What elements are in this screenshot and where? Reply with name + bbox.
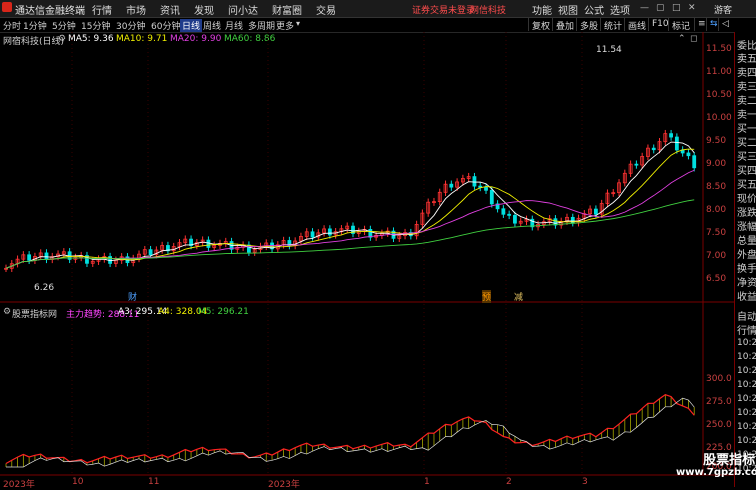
price-tick: 8.50 [706, 182, 727, 192]
x-tick: 11 [148, 477, 160, 487]
event-marker-jian[interactable]: 减 [514, 290, 523, 303]
candle-body [692, 155, 697, 169]
ind-tick: 300.0 [706, 374, 732, 384]
quote-row: 涨幅 [737, 222, 756, 233]
tick-time: 10:27 [737, 394, 756, 404]
quote-row: 买五 [737, 180, 756, 191]
tick-time: 10:27 [737, 380, 756, 390]
price-tick: 11.50 [706, 44, 732, 54]
watermark-title: 股票指标网 [703, 453, 756, 468]
tick-time: 10:27 [737, 352, 756, 362]
price-tick: 10.50 [706, 90, 732, 100]
candle-body [634, 163, 639, 166]
candle-body [148, 249, 153, 256]
tick-time: 10:27 [737, 366, 756, 376]
indicator-settings-icon[interactable]: ⚙ [3, 307, 11, 317]
price-tick: 9.00 [706, 159, 727, 169]
quote-row: 换手 [737, 264, 756, 275]
tick-time: 10:27 [737, 338, 756, 348]
ma-line-5 [5, 141, 695, 269]
site-watermark: 股票指标网 www.7gpzb.com [676, 453, 756, 479]
kline-chart[interactable] [0, 0, 756, 487]
quote-row: 行情 [737, 326, 756, 337]
ind-tick: 225.0 [706, 443, 732, 453]
tick-time: 10:27 [737, 408, 756, 418]
quote-row: 买三 [737, 152, 756, 163]
candle-body [449, 183, 454, 188]
candle-body [686, 152, 691, 157]
price-tick: 11.00 [706, 67, 732, 77]
tick-time: 10:27 [737, 436, 756, 446]
price-tick: 8.00 [706, 205, 727, 215]
quote-row: 收益 [737, 292, 756, 303]
candle-body [513, 214, 517, 224]
quote-row: 卖五 [737, 54, 756, 65]
candle-body [44, 252, 49, 260]
price-tick: 10.00 [706, 113, 732, 123]
price-tick: 6.50 [706, 274, 727, 284]
quote-row: 买二 [737, 138, 756, 149]
high-price-label: 11.54 [596, 45, 622, 55]
x-tick: 10 [72, 477, 84, 487]
price-tick: 7.50 [706, 228, 727, 238]
candle-body [246, 244, 251, 253]
candle-body [206, 239, 211, 248]
x-tick: 1 [424, 477, 430, 487]
low-price-label: 6.26 [34, 283, 55, 293]
quote-row: 买四 [737, 166, 756, 177]
candle-body [651, 147, 656, 151]
event-marker-cai[interactable]: 财 [128, 290, 137, 303]
indicator-name[interactable]: 股票指标网 [12, 307, 57, 320]
quote-row: 自动 [737, 312, 756, 323]
quote-row: 现价 [737, 194, 756, 205]
quote-row: 涨跌 [737, 208, 756, 219]
price-tick: 7.00 [706, 251, 727, 261]
candle-body [327, 228, 332, 236]
price-tick: 9.50 [706, 136, 727, 146]
indicator-trend-line [5, 394, 695, 465]
candle-body [484, 187, 488, 191]
candle-body [507, 213, 512, 216]
x-tick: 2 [506, 477, 512, 487]
candle-body [489, 189, 494, 205]
x-tick: 2023年 [268, 480, 300, 490]
candle-body [674, 136, 679, 151]
quote-row: 卖一 [737, 110, 756, 121]
candle-body [27, 254, 32, 261]
ind-tick: 275.0 [706, 397, 732, 407]
candle-body [669, 133, 673, 138]
quote-row: 净资 [737, 278, 756, 289]
watermark-url: www.7gpzb.com [676, 467, 756, 478]
candle-body [501, 208, 506, 215]
x-tick: 2023年 [3, 480, 35, 490]
candle-body [310, 231, 315, 238]
indicator-a3-line [6, 397, 695, 468]
quote-row: 外盘 [737, 250, 756, 261]
quote-row: 卖三 [737, 82, 756, 93]
quote-row: 卖四 [737, 68, 756, 79]
quote-panel: 委比 卖五 卖四 卖三 卖二 卖一 买一 买二 买三 买四 买五 现价 涨跌 涨… [734, 32, 756, 487]
indicator-m5: M5: 296.21 [198, 307, 249, 317]
quote-row: 买一 [737, 124, 756, 135]
tick-time: 10:27 [737, 422, 756, 432]
candle-body [472, 176, 477, 187]
quote-row: 总量 [737, 236, 756, 247]
event-marker-yu[interactable]: 预 [482, 290, 492, 303]
ind-tick: 250.0 [706, 420, 732, 430]
quote-row: 卖二 [737, 96, 756, 107]
candle-body [594, 208, 598, 215]
x-tick: 3 [582, 477, 588, 487]
